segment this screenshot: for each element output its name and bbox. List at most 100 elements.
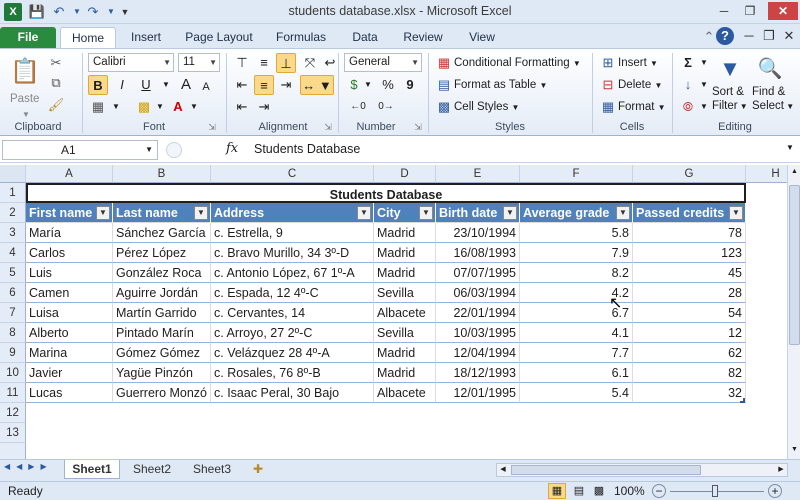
tab-file[interactable]: File [0,27,56,48]
page-break-view-icon[interactable]: ▩ [590,483,608,499]
table-cell[interactable]: Madrid [374,223,436,243]
insert-function-icon[interactable]: fx [226,141,238,156]
row-header[interactable]: 8 [0,323,26,343]
currency-dropdown-icon[interactable]: ▼ [358,75,378,95]
column-header-c[interactable]: C [211,165,374,183]
vertical-scrollbar[interactable]: ▲ ▼ [787,165,800,459]
column-header-d[interactable]: D [374,165,436,183]
table-cell[interactable]: Sevilla [374,283,436,303]
row-header[interactable]: 3 [0,223,26,243]
format-cells-icon[interactable]: ▦ [598,97,618,117]
table-cell[interactable]: María [26,223,113,243]
paste-icon[interactable]: 📋 [10,55,40,89]
spreadsheet-grid[interactable]: A B C D E F G H 1 2 3 4 5 6 7 8 9 10 11 … [0,165,787,459]
select-all-corner[interactable] [0,165,26,183]
table-cell[interactable]: Javier [26,363,113,383]
table-cell[interactable]: 78 [633,223,746,243]
insert-cells-button[interactable]: Insert ▼ [618,53,658,73]
table-cell[interactable]: 28 [633,283,746,303]
number-format-combo[interactable]: General ▼ [344,53,422,72]
scroll-left-icon[interactable]: ◀ [497,464,509,476]
row-header[interactable]: 1 [0,183,26,203]
table-cell[interactable]: 22/01/1994 [436,303,520,323]
sheet-tab-2[interactable]: Sheet2 [124,460,180,479]
format-as-table-button[interactable]: Format as Table ▼ [454,75,547,95]
table-cell[interactable]: c. Velázquez 28 4º-A [211,343,374,363]
table-cell[interactable]: 06/03/1994 [436,283,520,303]
table-cell[interactable]: 12/01/1995 [436,383,520,403]
dialog-launcher-icon[interactable]: ⇲ [412,121,424,133]
table-cell[interactable]: 07/07/1995 [436,263,520,283]
align-center-icon[interactable]: ≡ [254,75,274,95]
name-box[interactable]: A1 ▼ [2,140,158,160]
table-cell[interactable]: Gómez Gómez [113,343,211,363]
formula-expand-icon[interactable] [166,142,182,158]
table-cell[interactable]: González Roca [113,263,211,283]
row-header[interactable]: 13 [0,423,26,443]
table-header-last-name[interactable]: Last name ▼ [113,203,211,223]
table-cell[interactable]: Madrid [374,243,436,263]
conditional-formatting-button[interactable]: Conditional Formatting ▼ [454,53,581,73]
zoom-slider-thumb[interactable] [712,485,718,497]
workbook-restore-icon[interactable]: ❐ [760,27,778,45]
table-cell[interactable]: 16/08/1993 [436,243,520,263]
table-cell[interactable]: c. Arroyo, 27 2º-C [211,323,374,343]
italic-button[interactable]: I [112,75,132,95]
fill-dropdown-icon[interactable]: ▼ [694,75,714,95]
sort-filter-label-1[interactable]: Sort & [712,85,744,99]
row-header[interactable]: 6 [0,283,26,303]
filter-dropdown-icon[interactable]: ▼ [419,206,433,220]
clear-dropdown-icon[interactable]: ▼ [694,97,714,117]
table-cell[interactable]: 18/12/1993 [436,363,520,383]
sheet-tab-1[interactable]: Sheet1 [64,460,120,479]
shrink-font-icon[interactable]: A [196,77,216,97]
insert-cells-icon[interactable]: ⊞ [598,53,618,73]
copy-icon[interactable]: ⧉ [46,73,66,93]
table-cell[interactable]: c. Isaac Peral, 30 Bajo [211,383,374,403]
font-color-dropdown-icon[interactable]: ▼ [184,97,204,117]
table-cell[interactable]: 123 [633,243,746,263]
conditional-formatting-icon[interactable]: ▦ [434,53,454,73]
increase-indent-icon[interactable]: ⇥ [254,97,274,117]
table-cell[interactable]: Lucas [26,383,113,403]
table-header-address[interactable]: Address ▼ [211,203,374,223]
tab-formulas[interactable]: Formulas [270,27,332,48]
find-select-label-1[interactable]: Find & [752,85,785,99]
expand-formula-bar-icon[interactable]: ▼ [786,143,794,152]
tab-home[interactable]: Home [60,27,116,48]
increase-decimal-icon[interactable]: ←0 [348,97,368,117]
filter-dropdown-icon[interactable]: ▼ [357,206,371,220]
sheet-nav-arrows-icon[interactable]: ◀◀▶▶ [4,462,53,471]
cut-icon[interactable]: ✂ [46,53,66,73]
merge-center-icon[interactable]: ↔ ▼ [300,75,334,95]
table-header-passed-credits[interactable]: Passed credits ▼ [633,203,746,223]
help-icon[interactable]: ? [716,27,734,45]
workbook-minimize-icon[interactable]: ─ [740,27,758,45]
bold-button[interactable]: B [88,75,108,95]
table-cell[interactable]: 12/04/1994 [436,343,520,363]
decrease-indent-icon[interactable]: ⇤ [232,97,252,117]
percent-button[interactable]: % [378,75,398,95]
table-cell[interactable]: 6.1 [520,363,633,383]
table-cell[interactable]: Aguirre Jordán [113,283,211,303]
format-painter-icon[interactable]: 🖌 [46,95,66,115]
row-header[interactable]: 12 [0,403,26,423]
sort-filter-button[interactable]: Filter ▼ [712,99,748,113]
table-cell[interactable]: Albacete [374,383,436,403]
font-size-combo[interactable]: 11 ▼ [178,53,220,72]
borders-dropdown-icon[interactable]: ▼ [106,97,126,117]
decrease-decimal-icon[interactable]: 0→ [376,97,396,117]
table-cell[interactable]: c. Estrella, 9 [211,223,374,243]
table-cell[interactable]: Madrid [374,263,436,283]
underline-dropdown-icon[interactable]: ▼ [156,75,176,95]
column-header-b[interactable]: B [113,165,211,183]
scrollbar-thumb[interactable] [789,185,800,345]
filter-dropdown-icon[interactable]: ▼ [729,206,743,220]
format-cells-button[interactable]: Format ▼ [618,97,666,117]
orientation-icon[interactable]: ⤧ [300,53,320,73]
align-left-icon[interactable]: ⇤ [232,75,252,95]
table-cell[interactable]: Luisa [26,303,113,323]
table-cell[interactable]: Carlos [26,243,113,263]
row-header[interactable]: 4 [0,243,26,263]
table-resize-handle[interactable] [740,398,745,403]
